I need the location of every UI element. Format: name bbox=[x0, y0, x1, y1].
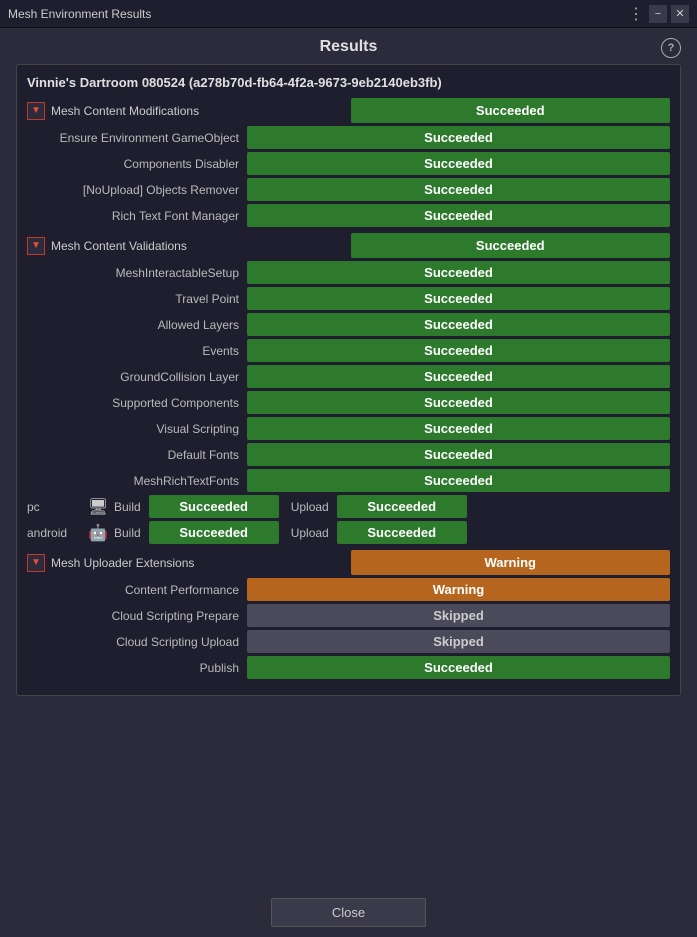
row-events: Events Succeeded bbox=[27, 339, 670, 362]
results-box: Vinnie's Dartroom 080524 (a278b70d-fb64-… bbox=[16, 64, 681, 696]
minimize-button[interactable]: − bbox=[649, 5, 667, 23]
platform-upload-status-pc: Succeeded bbox=[337, 495, 467, 518]
row-label-publish: Publish bbox=[27, 661, 247, 675]
row-status-default-fonts: Succeeded bbox=[247, 443, 670, 466]
row-label-cloud-scripting-prepare: Cloud Scripting Prepare bbox=[27, 609, 247, 623]
row-mesh-rich-text: MeshRichTextFonts Succeeded bbox=[27, 469, 670, 492]
build-label-pc: Build bbox=[114, 500, 141, 514]
close-button[interactable]: ✕ bbox=[671, 5, 689, 23]
row-ensure-env: Ensure Environment GameObject Succeeded bbox=[27, 126, 670, 149]
row-cloud-scripting-prepare: Cloud Scripting Prepare Skipped bbox=[27, 604, 670, 627]
row-status-rich-text-font: Succeeded bbox=[247, 204, 670, 227]
row-status-visual-scripting: Succeeded bbox=[247, 417, 670, 440]
toggle-validations[interactable]: ▼ bbox=[27, 237, 45, 255]
row-label-supported-components: Supported Components bbox=[27, 396, 247, 410]
row-label-default-fonts: Default Fonts bbox=[27, 448, 247, 462]
row-status-groundcollision: Succeeded bbox=[247, 365, 670, 388]
platform-row-pc: pc 🖥 Build Succeeded Upload Succeeded bbox=[27, 495, 670, 518]
row-label-mesh-interactable: MeshInteractableSetup bbox=[27, 266, 247, 280]
row-label-travel-point: Travel Point bbox=[27, 292, 247, 306]
title-bar: Mesh Environment Results ⋮ − ✕ bbox=[0, 0, 697, 28]
row-status-noupload-remover: Succeeded bbox=[247, 178, 670, 201]
section-status-modifications: Succeeded bbox=[351, 98, 671, 123]
row-label-mesh-rich-text: MeshRichTextFonts bbox=[27, 474, 247, 488]
platform-build-status-pc: Succeeded bbox=[149, 495, 279, 518]
section-header-extensions: ▼ Mesh Uploader Extensions Warning bbox=[27, 550, 670, 575]
row-status-cloud-scripting-prepare: Skipped bbox=[247, 604, 670, 627]
toggle-extensions[interactable]: ▼ bbox=[27, 554, 45, 572]
row-status-allowed-layers: Succeeded bbox=[247, 313, 670, 336]
row-status-content-performance: Warning bbox=[247, 578, 670, 601]
platform-label-android: android bbox=[27, 526, 82, 540]
platform-label-pc: pc bbox=[27, 500, 82, 514]
row-components-disabler: Components Disabler Succeeded bbox=[27, 152, 670, 175]
platform-upload-status-android: Succeeded bbox=[337, 521, 467, 544]
row-status-travel-point: Succeeded bbox=[247, 287, 670, 310]
row-travel-point: Travel Point Succeeded bbox=[27, 287, 670, 310]
row-status-components-disabler: Succeeded bbox=[247, 152, 670, 175]
help-icon[interactable]: ? bbox=[661, 38, 681, 58]
row-label-allowed-layers: Allowed Layers bbox=[27, 318, 247, 332]
section-header-validations: ▼ Mesh Content Validations Succeeded bbox=[27, 233, 670, 258]
platform-row-android: android 🤖 Build Succeeded Upload Succeed… bbox=[27, 521, 670, 544]
row-label-groundcollision: GroundCollision Layer bbox=[27, 370, 247, 384]
row-label-components-disabler: Components Disabler bbox=[27, 157, 247, 171]
more-options-button[interactable]: ⋮ bbox=[628, 4, 645, 24]
row-label-ensure-env: Ensure Environment GameObject bbox=[27, 131, 247, 145]
row-status-mesh-interactable: Succeeded bbox=[247, 261, 670, 284]
row-status-cloud-scripting-upload: Skipped bbox=[247, 630, 670, 653]
close-button-main[interactable]: Close bbox=[271, 898, 426, 927]
row-allowed-layers: Allowed Layers Succeeded bbox=[27, 313, 670, 336]
platform-build-status-android: Succeeded bbox=[149, 521, 279, 544]
row-supported-components: Supported Components Succeeded bbox=[27, 391, 670, 414]
android-icon: 🤖 bbox=[86, 523, 110, 543]
env-title: Vinnie's Dartroom 080524 (a278b70d-fb64-… bbox=[27, 75, 670, 90]
monitor-icon: 🖥 bbox=[86, 497, 110, 517]
section-mesh-content-modifications: ▼ Mesh Content Modifications Succeeded E… bbox=[27, 98, 670, 227]
upload-label-android: Upload bbox=[291, 526, 329, 540]
row-mesh-interactable: MeshInteractableSetup Succeeded bbox=[27, 261, 670, 284]
upload-label-pc: Upload bbox=[291, 500, 329, 514]
row-rich-text-font: Rich Text Font Manager Succeeded bbox=[27, 204, 670, 227]
section-mesh-content-validations: ▼ Mesh Content Validations Succeeded Mes… bbox=[27, 233, 670, 544]
row-status-mesh-rich-text: Succeeded bbox=[247, 469, 670, 492]
section-mesh-uploader-extensions: ▼ Mesh Uploader Extensions Warning Conte… bbox=[27, 550, 670, 679]
row-label-content-performance: Content Performance bbox=[27, 583, 247, 597]
build-label-android: Build bbox=[114, 526, 141, 540]
row-status-ensure-env: Succeeded bbox=[247, 126, 670, 149]
row-cloud-scripting-upload: Cloud Scripting Upload Skipped bbox=[27, 630, 670, 653]
row-label-visual-scripting: Visual Scripting bbox=[27, 422, 247, 436]
row-label-events: Events bbox=[27, 344, 247, 358]
row-status-supported-components: Succeeded bbox=[247, 391, 670, 414]
section-label-extensions: Mesh Uploader Extensions bbox=[49, 556, 351, 570]
row-label-cloud-scripting-upload: Cloud Scripting Upload bbox=[27, 635, 247, 649]
section-status-validations: Succeeded bbox=[351, 233, 671, 258]
window-controls: ⋮ − ✕ bbox=[628, 4, 689, 24]
window-title: Mesh Environment Results bbox=[8, 7, 628, 21]
row-groundcollision: GroundCollision Layer Succeeded bbox=[27, 365, 670, 388]
section-label-modifications: Mesh Content Modifications bbox=[49, 104, 351, 118]
row-label-noupload-remover: [NoUpload] Objects Remover bbox=[27, 183, 247, 197]
section-label-validations: Mesh Content Validations bbox=[49, 239, 351, 253]
section-header-modifications: ▼ Mesh Content Modifications Succeeded bbox=[27, 98, 670, 123]
main-panel: Results ? Vinnie's Dartroom 080524 (a278… bbox=[0, 28, 697, 937]
row-status-publish: Succeeded bbox=[247, 656, 670, 679]
row-content-performance: Content Performance Warning bbox=[27, 578, 670, 601]
section-status-extensions: Warning bbox=[351, 550, 671, 575]
results-heading: Results ? bbox=[16, 38, 681, 56]
close-bar: Close bbox=[16, 898, 681, 927]
row-publish: Publish Succeeded bbox=[27, 656, 670, 679]
row-visual-scripting: Visual Scripting Succeeded bbox=[27, 417, 670, 440]
row-noupload-remover: [NoUpload] Objects Remover Succeeded bbox=[27, 178, 670, 201]
row-label-rich-text-font: Rich Text Font Manager bbox=[27, 209, 247, 223]
toggle-modifications[interactable]: ▼ bbox=[27, 102, 45, 120]
row-status-events: Succeeded bbox=[247, 339, 670, 362]
scroll-area[interactable]: Vinnie's Dartroom 080524 (a278b70d-fb64-… bbox=[16, 64, 681, 890]
row-default-fonts: Default Fonts Succeeded bbox=[27, 443, 670, 466]
